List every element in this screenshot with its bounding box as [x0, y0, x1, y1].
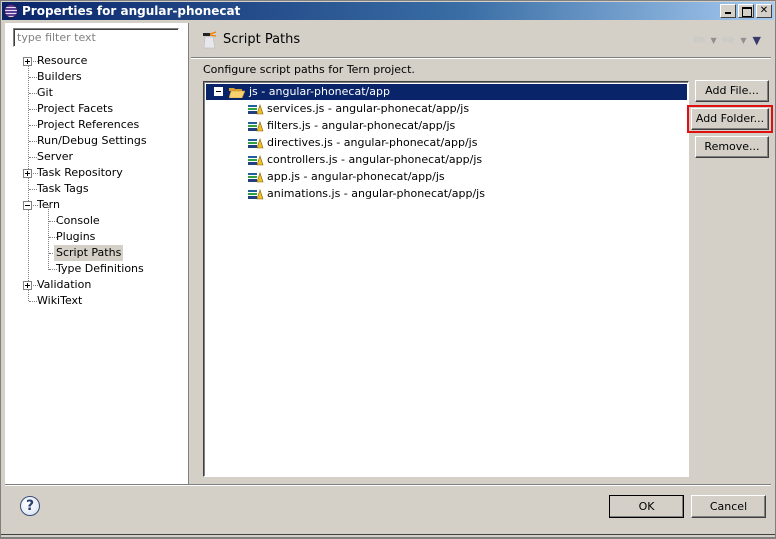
- sidebar-item-task-repository[interactable]: Task Repository: [5, 165, 188, 181]
- page-title: Script Paths: [223, 32, 301, 47]
- sidebar-item-plugins[interactable]: Plugins: [5, 229, 188, 245]
- js-file-icon: [248, 155, 264, 166]
- sidebar-item-type-definitions[interactable]: Type Definitions: [5, 261, 188, 277]
- js-file-icon: [248, 104, 264, 115]
- header-separator: [191, 57, 771, 59]
- sidebar-item-script-paths[interactable]: Script Paths: [5, 245, 188, 261]
- sidebar-item-builders[interactable]: Builders: [5, 69, 188, 85]
- maximize-button[interactable]: [738, 4, 754, 18]
- back-history-dropdown-icon[interactable]: ▼: [710, 36, 716, 45]
- minimize-button[interactable]: [720, 4, 736, 18]
- js-file-icon: [248, 121, 264, 132]
- expand-icon[interactable]: [23, 57, 32, 66]
- sidebar-item-server[interactable]: Server: [5, 149, 188, 165]
- cancel-button[interactable]: Cancel: [691, 495, 766, 518]
- view-menu-icon[interactable]: ▼: [753, 34, 761, 47]
- add-file-button[interactable]: Add File...: [695, 80, 769, 102]
- close-button[interactable]: ✕: [756, 4, 772, 18]
- collapse-icon[interactable]: [23, 201, 32, 210]
- js-file-icon: [248, 172, 264, 183]
- title-bar[interactable]: Properties for angular-phonecat ✕: [2, 2, 774, 20]
- window-bottom-border: [1, 534, 775, 538]
- property-page-tree: Resource Builders Git Project Facets Pro…: [5, 53, 188, 309]
- sidebar-item-git[interactable]: Git: [5, 85, 188, 101]
- js-file-icon: [248, 189, 264, 200]
- sidebar-item-resource[interactable]: Resource: [5, 53, 188, 69]
- page-description: Configure script paths for Tern project.: [203, 63, 415, 76]
- eclipse-icon: [4, 4, 18, 18]
- folder-label: js - angular-phonecat/app: [249, 85, 390, 98]
- expand-icon[interactable]: [23, 281, 32, 290]
- script-path-folder[interactable]: js - angular-phonecat/app: [206, 84, 687, 100]
- add-folder-button[interactable]: Add Folder...: [691, 108, 769, 130]
- sidebar-item-console[interactable]: Console: [5, 213, 188, 229]
- sidebar-item-run-debug-settings[interactable]: Run/Debug Settings: [5, 133, 188, 149]
- page-header: Script Paths ⇦ ▼ ⇨ ▼ ▼: [191, 23, 771, 59]
- property-page-tree-panel: Resource Builders Git Project Facets Pro…: [5, 23, 189, 484]
- js-file-icon: [248, 138, 264, 149]
- forward-history-dropdown-icon[interactable]: ▼: [740, 36, 746, 45]
- properties-dialog: Properties for angular-phonecat ✕ Resour…: [0, 0, 776, 539]
- open-folder-icon: [229, 88, 245, 98]
- script-paths-tree[interactable]: js - angular-phonecat/app services.js - …: [203, 81, 689, 477]
- back-arrow-icon[interactable]: ⇦: [693, 33, 705, 47]
- remove-button[interactable]: Remove...: [695, 136, 769, 158]
- sidebar-item-project-facets[interactable]: Project Facets: [5, 101, 188, 117]
- expand-icon[interactable]: [23, 169, 32, 178]
- window-title: Properties for angular-phonecat: [22, 4, 241, 18]
- sidebar-item-task-tags[interactable]: Task Tags: [5, 181, 188, 197]
- collapse-icon[interactable]: [214, 87, 223, 96]
- sidebar-item-validation[interactable]: Validation: [5, 277, 188, 293]
- sidebar-item-project-references[interactable]: Project References: [5, 117, 188, 133]
- bottom-separator: [5, 484, 771, 486]
- help-icon[interactable]: ?: [20, 496, 40, 516]
- ok-button[interactable]: OK: [609, 495, 684, 518]
- tern-icon: [203, 31, 217, 49]
- forward-arrow-icon[interactable]: ⇨: [723, 33, 735, 47]
- sidebar-item-wikitext[interactable]: WikiText: [5, 293, 188, 309]
- sidebar-item-tern[interactable]: Tern: [5, 197, 188, 213]
- filter-input[interactable]: [13, 28, 179, 47]
